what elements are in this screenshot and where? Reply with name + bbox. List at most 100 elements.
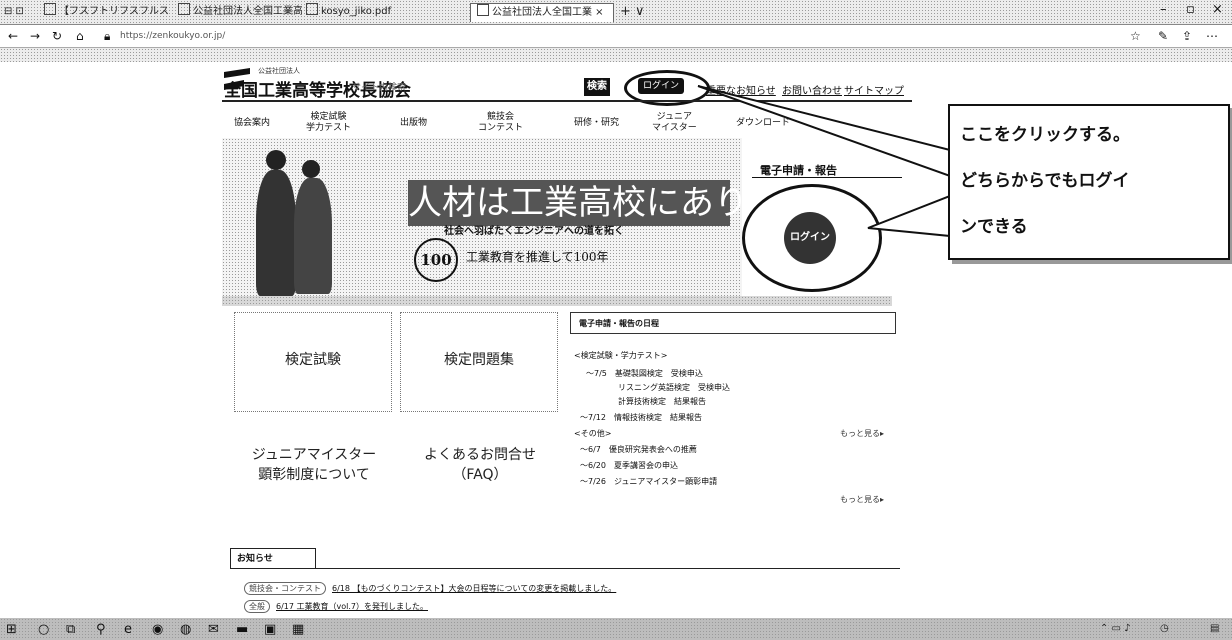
schedule-date: ～6/20 [580,461,606,470]
pen-icon[interactable]: ✎ [1158,29,1168,43]
tab-label: 【フスフトリフスフルストレ [59,6,172,17]
exam-tile[interactable]: 検定試験 [234,312,392,412]
edge-icon[interactable]: e [124,622,132,637]
tab-label: 公益社団法人全国工業高等 [193,6,302,17]
anniversary-badge: 100 [414,238,458,282]
annotation-callout: ここをクリックする。 どちらからでもログイ ンできる [948,104,1230,260]
header-divider [222,100,912,102]
e-application-title: 電子申請・報告 [760,164,837,177]
schedule-date: ～6/7 [580,445,601,454]
minimize-icon[interactable]: – [1160,2,1167,17]
browser-tab-3[interactable]: kosyo_jiko.pdf [306,3,426,21]
folder-icon[interactable]: ▬ [236,622,248,637]
student-figure-female [294,178,332,294]
important-news-link[interactable]: 重要なお知らせ [706,82,776,97]
chrome-icon[interactable]: ◉ [152,622,163,637]
workbook-tile-label: 検定問題集 [444,352,514,368]
junior-meister-tile[interactable]: ジュニアマイスター 顕彰制度について [234,444,394,494]
app-icon[interactable]: ◍ [180,622,191,637]
refresh-icon[interactable]: ↻ [52,29,62,43]
schedule-date: ～7/12 [580,413,606,422]
mail-icon[interactable]: ✉ [208,622,219,637]
faq-label-1: よくあるお問合せ [424,447,536,463]
more-icon[interactable]: ⋯ [1206,29,1218,43]
nav-download[interactable]: ダウンロード [736,118,790,129]
nav-research[interactable]: 研修・研究 [574,118,619,129]
schedule-date: ～7/26 [580,477,606,486]
back-icon[interactable]: ← [8,29,18,43]
schedule-item[interactable]: 計算技術検定 結果報告 [618,397,706,406]
system-tray-icon[interactable]: ⌃ ▭ ♪ [1100,623,1131,634]
schedule-item[interactable]: 優良研究発表会への推薦 [609,445,697,454]
browser-tab-bar: ⊟ ⊡ 【フスフトリフスフルストレ 公益社団法人全国工業高等 kosyo_jik… [0,0,1232,25]
maximize-icon[interactable]: ▫ [1186,2,1195,17]
more-link-other[interactable]: もっと見る▸ [840,494,884,505]
news-tab[interactable]: お知らせ [230,548,316,568]
home-icon[interactable]: ⌂ [76,29,84,43]
search-input[interactable]: サイト内検索 [352,80,572,96]
more-link-exams[interactable]: もっと見る▸ [840,428,884,439]
annotation-line-3: ンできる [960,217,1028,237]
schedule-item[interactable]: 夏季講習会の申込 [614,461,678,470]
clock-icon[interactable]: ◷ [1160,623,1169,634]
browser-tab-2[interactable]: 公益社団法人全国工業高等 [178,3,302,21]
tab-page-icon [178,3,190,15]
schedule-date: ～7/5 [586,369,607,378]
windows-start-icon[interactable]: ⊞ [6,622,17,637]
forward-icon[interactable]: → [30,29,40,43]
share-icon[interactable]: ⇪ [1182,29,1192,43]
new-tab-label: + [620,4,631,19]
tab-page-icon [477,4,489,16]
schedule-section-exams: <検定試験・学力テスト> [574,351,668,360]
schedule-item[interactable]: リスニング英語検定 受検申込 [618,383,730,392]
student-figure-head [302,160,320,178]
exam-tile-label: 検定試験 [285,352,341,368]
url-field[interactable]: https://zenkoukyo.or.jp/ [120,31,225,41]
schedule-item[interactable]: ジュニアマイスター顕彰申請 [614,477,717,486]
search-icon[interactable]: ○ [38,622,49,637]
news-link[interactable]: 6/17 工業教育（vol.7）を発刊しました。 [276,602,428,611]
hero-subtitle: 社会へ羽ばたくエンジニアへの道を拓く [444,226,624,237]
org-type-label: 公益社団法人 [258,67,300,75]
tab-page-icon [44,3,56,15]
new-tab-button[interactable]: + ∨ [620,3,660,21]
app-icon[interactable]: ▦ [292,622,304,637]
e-application-divider [752,177,902,178]
workbook-tile[interactable]: 検定問題集 [400,312,558,412]
close-window-icon[interactable]: × [1212,2,1223,17]
sitemap-link[interactable]: サイトマップ [844,82,904,97]
tab-label: 公益社団法人全国工業 [492,7,592,18]
news-category-badge: 競技会・コンテスト [244,582,326,595]
student-figure-male [256,170,296,296]
news-link[interactable]: 6/18 【ものづくりコンテスト】大会の日程等についての変更を掲載しました。 [332,584,616,593]
nav-exams[interactable]: 検定試験 学力テスト [306,112,351,134]
nav-about[interactable]: 協会案内 [234,118,270,129]
tab-label: kosyo_jiko.pdf [321,6,392,17]
student-figure-head [266,150,286,170]
schedule-item[interactable]: 情報技術検定 結果報告 [614,413,702,422]
search-button[interactable]: 検索 [584,78,610,96]
browser-tab-1[interactable]: 【フスフトリフスフルストレ [44,3,172,21]
news-item: 全般 6/17 工業教育（vol.7）を発刊しました。 [244,600,428,613]
people-icon[interactable]: ⚲ [96,622,106,637]
schedule-item[interactable]: 基礎製図検定 受検申込 [615,369,703,378]
task-view-icon[interactable]: ⧉ [66,622,75,637]
nav-publications[interactable]: 出版物 [400,118,427,129]
favorites-icon[interactable]: ☆ [1130,29,1141,43]
browser-tab-4[interactable]: 公益社団法人全国工業 × [470,3,614,22]
hero-tagline: 工業教育を推進して100年 [466,250,609,264]
lock-icon: 🔒︎ [104,29,111,43]
contact-link[interactable]: お問い合わせ [782,82,842,97]
junior-meister-label-1: ジュニアマイスター [251,447,377,463]
tab-page-icon [306,3,318,15]
nav-junior-meister[interactable]: ジュニア マイスター [652,112,697,134]
back-tab-icon[interactable]: ⊟ ⊡ [4,3,24,21]
nav-contests[interactable]: 競技会 コンテスト [478,112,523,134]
news-item: 競技会・コンテスト 6/18 【ものづくりコンテスト】大会の日程等についての変更を… [244,582,616,595]
page-top-band [0,48,1232,62]
address-bar: ← → ↻ ⌂ 🔒︎ https://zenkoukyo.or.jp/ ☆ ✎ … [0,25,1232,48]
faq-tile[interactable]: よくあるお問合せ （FAQ） [400,444,560,494]
news-category-badge: 全般 [244,600,270,613]
notification-icon[interactable]: ▤ [1210,623,1219,634]
app-icon[interactable]: ▣ [264,622,276,637]
